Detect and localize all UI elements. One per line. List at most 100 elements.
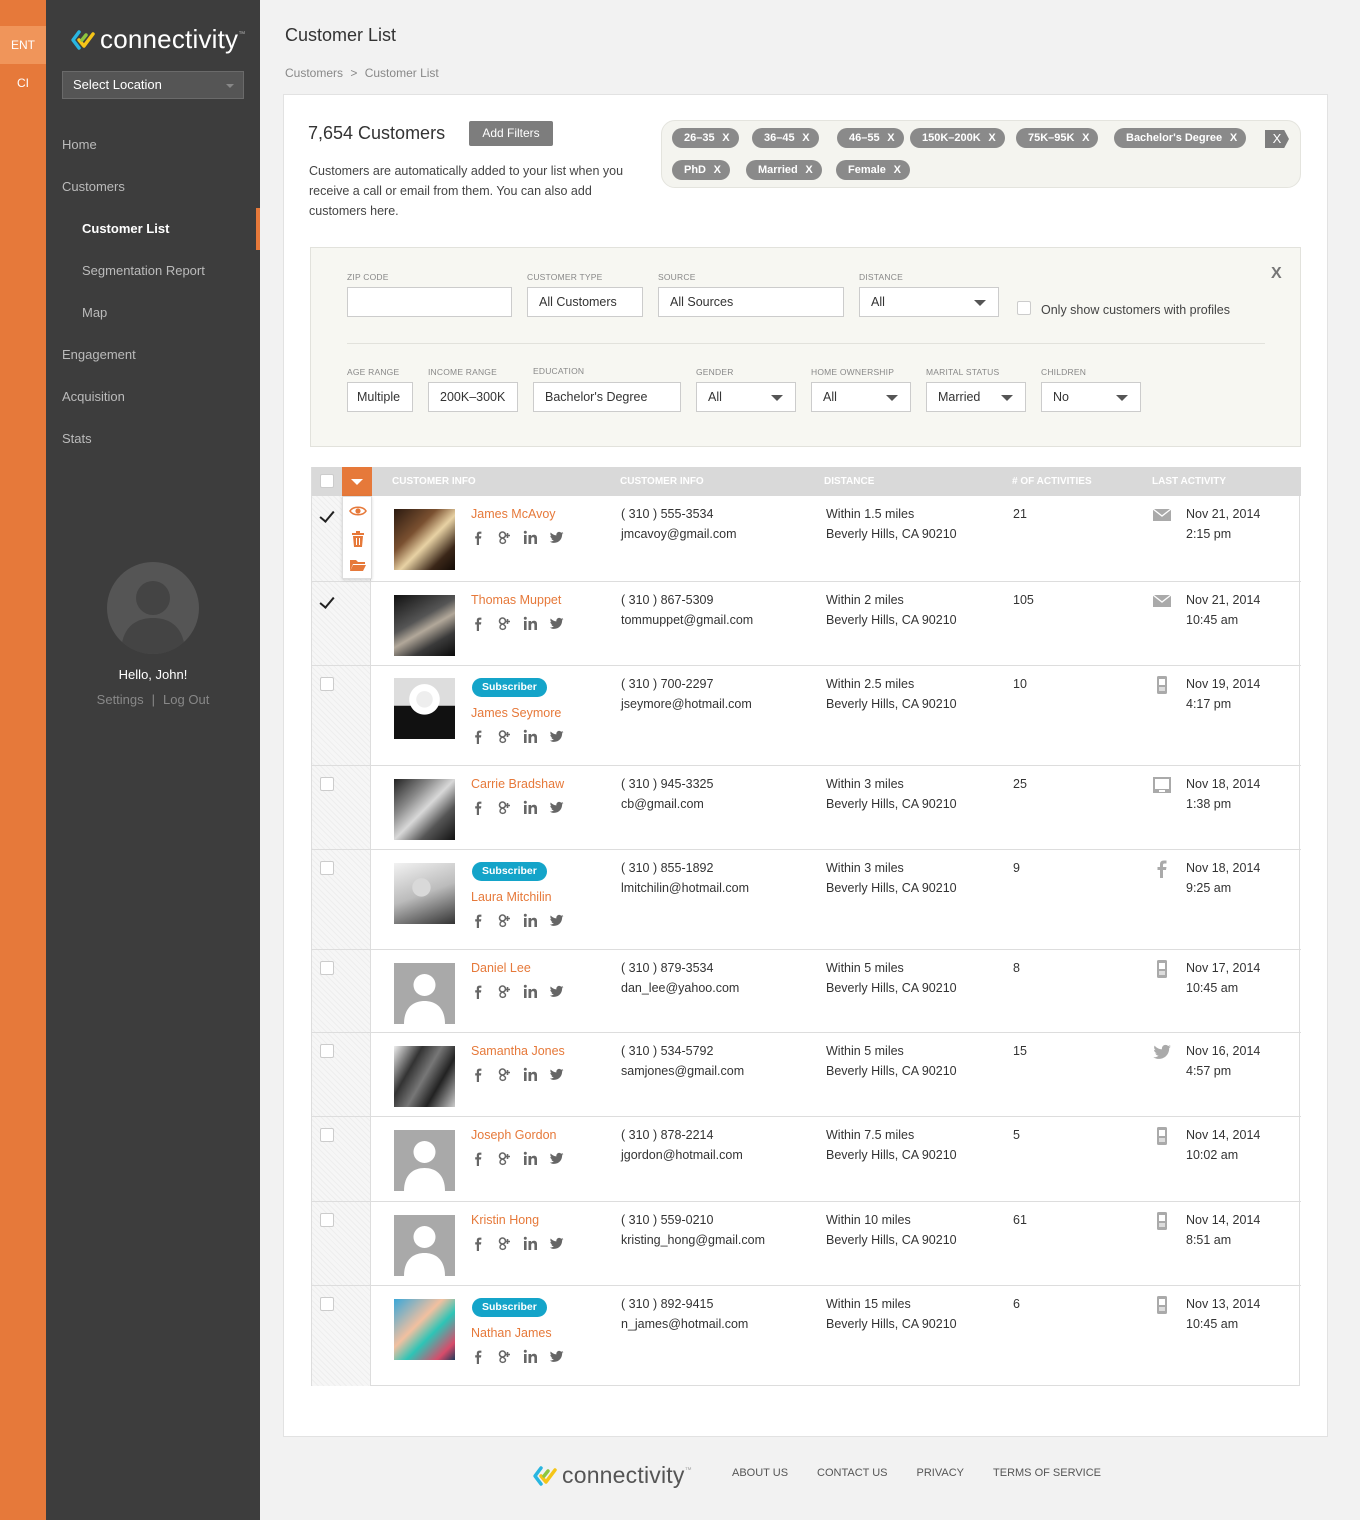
column-header[interactable]: CUSTOMER INFO [620,467,704,496]
facebook-icon[interactable] [471,1067,486,1082]
sidebar-item-acquisition[interactable]: Acquisition [46,376,260,418]
breadcrumb-customer-list[interactable]: Customer List [365,66,439,80]
distance-select[interactable]: All [859,287,999,317]
google-plus-icon[interactable] [497,616,512,631]
remove-tag-icon[interactable]: X [1082,128,1089,148]
google-plus-icon[interactable] [497,913,512,928]
remove-tag-icon[interactable]: X [714,160,721,180]
row-checkbox[interactable] [320,1297,334,1311]
customer-photo[interactable] [394,595,455,656]
google-plus-icon[interactable] [497,1236,512,1251]
row-checkbox[interactable] [320,1213,334,1227]
sidebar-item-customer-list[interactable]: Customer List [46,208,260,250]
twitter-icon[interactable] [549,616,564,631]
footer-link-privacy[interactable]: PRIVACY [917,1467,964,1479]
customer-email[interactable]: jseymore@hotmail.com [621,694,752,714]
twitter-icon[interactable] [549,1349,564,1364]
customer-email[interactable]: tommuppet@gmail.com [621,610,753,630]
customer-email[interactable]: n_james@hotmail.com [621,1314,748,1334]
row-checkbox[interactable] [320,677,334,691]
customer-email[interactable]: dan_lee@yahoo.com [621,978,739,998]
column-header[interactable]: LAST ACTIVITY [1152,467,1226,496]
twitter-icon[interactable] [549,1236,564,1251]
facebook-icon[interactable] [471,530,486,545]
customer-photo[interactable] [394,863,455,924]
env-ci-tab[interactable]: CI [0,64,46,102]
education-field[interactable]: Bachelor's Degree [533,382,681,412]
linkedin-icon[interactable] [523,530,538,545]
google-plus-icon[interactable] [497,1151,512,1166]
linkedin-icon[interactable] [523,729,538,744]
linkedin-icon[interactable] [523,800,538,815]
facebook-icon[interactable] [471,729,486,744]
sidebar-item-stats[interactable]: Stats [46,418,260,460]
facebook-icon[interactable] [471,984,486,999]
sidebar-item-home[interactable]: Home [46,124,260,166]
customer-email[interactable]: lmitchilin@hotmail.com [621,878,749,898]
column-header[interactable]: DISTANCE [824,467,874,496]
settings-link[interactable]: Settings [97,692,144,707]
customer-photo[interactable] [394,1130,455,1191]
remove-tag-icon[interactable]: X [1230,128,1237,148]
facebook-icon[interactable] [471,800,486,815]
folder-icon[interactable] [349,556,367,574]
customer-name[interactable]: James Seymore [471,706,561,720]
customer-photo[interactable] [394,1046,455,1107]
facebook-icon[interactable] [471,1236,486,1251]
customer-name[interactable]: Joseph Gordon [471,1128,556,1142]
marital-status-select[interactable]: Married [926,382,1026,412]
income-range-field[interactable]: 200K–300K [428,382,518,412]
column-header[interactable]: CUSTOMER INFO [392,467,476,496]
twitter-icon[interactable] [549,800,564,815]
google-plus-icon[interactable] [497,800,512,815]
twitter-icon[interactable] [549,984,564,999]
facebook-icon[interactable] [471,1151,486,1166]
profiles-only-checkbox[interactable] [1017,301,1031,315]
customer-email[interactable]: jmcavoy@gmail.com [621,524,737,544]
add-filters-button[interactable]: Add Filters [469,121,553,146]
location-select[interactable]: Select Location [62,71,244,99]
google-plus-icon[interactable] [497,729,512,744]
customer-name[interactable]: Kristin Hong [471,1213,539,1227]
customer-email[interactable]: jgordon@hotmail.com [621,1145,743,1165]
customer-photo[interactable] [394,678,455,739]
source-field[interactable]: All Sources [658,287,844,317]
twitter-icon[interactable] [549,530,564,545]
footer-logo[interactable]: connectivity ™ [532,1462,692,1489]
logout-link[interactable]: Log Out [163,692,209,707]
sidebar-item-map[interactable]: Map [46,292,260,334]
row-checkbox[interactable] [320,596,334,610]
row-checkbox[interactable] [320,510,334,524]
facebook-icon[interactable] [471,616,486,631]
customer-email[interactable]: cb@gmail.com [621,794,704,814]
linkedin-icon[interactable] [523,1236,538,1251]
customer-photo[interactable] [394,1299,455,1360]
linkedin-icon[interactable] [523,1151,538,1166]
twitter-icon[interactable] [549,729,564,744]
linkedin-icon[interactable] [523,1067,538,1082]
row-checkbox[interactable] [320,861,334,875]
customer-name[interactable]: Carrie Bradshaw [471,777,564,791]
row-checkbox[interactable] [320,961,334,975]
customer-photo[interactable] [394,963,455,1024]
footer-link-about[interactable]: ABOUT US [732,1467,788,1479]
remove-tag-icon[interactable]: X [805,160,812,180]
remove-tag-icon[interactable]: X [887,128,894,148]
customer-photo[interactable] [394,509,455,570]
sidebar-item-customers[interactable]: Customers [46,166,260,208]
customer-name[interactable]: Nathan James [471,1326,552,1340]
remove-tag-icon[interactable]: X [894,160,901,180]
row-checkbox[interactable] [320,1128,334,1142]
view-icon[interactable] [349,502,367,520]
facebook-icon[interactable] [471,1349,486,1364]
home-ownership-select[interactable]: All [811,382,911,412]
remove-tag-icon[interactable]: X [988,128,995,148]
linkedin-icon[interactable] [523,913,538,928]
breadcrumb-customers[interactable]: Customers [285,66,343,80]
zip-code-input[interactable] [347,287,512,317]
footer-link-contact[interactable]: CONTACT US [817,1467,888,1479]
customer-photo[interactable] [394,1215,455,1276]
clear-tags-button[interactable]: X [1265,130,1289,148]
trash-icon[interactable] [349,530,367,548]
customer-name[interactable]: Thomas Muppet [471,593,561,607]
